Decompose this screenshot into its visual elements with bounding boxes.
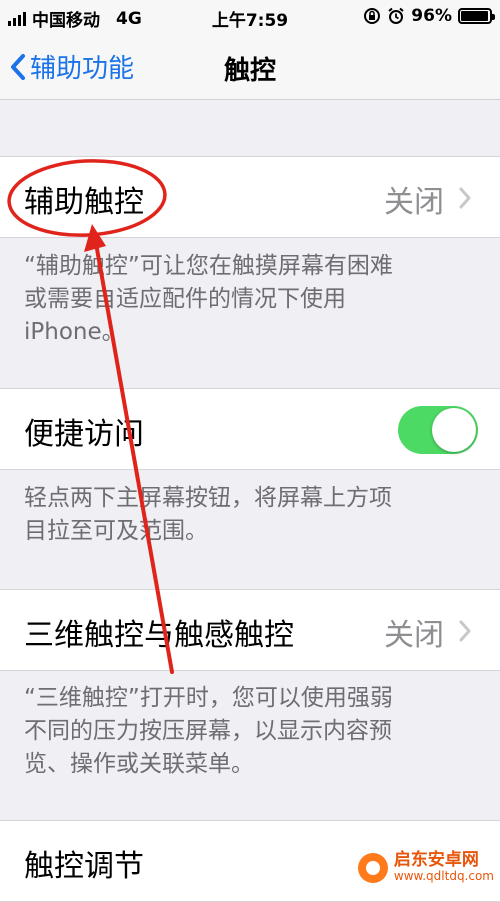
toggle-knob (432, 408, 476, 452)
alarm-icon (388, 7, 404, 24)
chevron-right-icon (459, 187, 471, 209)
footer-line: 不同的压力按压屏幕，以显示内容预 (24, 718, 392, 744)
footer-line: iPhone。 (24, 319, 125, 345)
assistive-touch-value: 关闭 (384, 185, 444, 220)
3d-touch-footer: “三维触控”打开时，您可以使用强弱 不同的压力按压屏幕，以显示内容预 览、操作或… (24, 682, 484, 781)
watermark-text: 启东安卓网 www.qdltdq.com (394, 852, 494, 884)
status-right: 96% (363, 6, 495, 26)
reachability-toggle[interactable] (398, 406, 478, 454)
footer-line: 轻点两下主屏幕按钮，将屏幕上方项 (24, 485, 392, 511)
assistive-touch-footer: “辅助触控”可让您在触摸屏幕有困难 或需要自适应配件的情况下使用 iPhone。 (24, 250, 484, 349)
assistive-touch-row[interactable]: 辅助触控 关闭 (0, 156, 500, 238)
3d-touch-value: 关闭 (384, 618, 444, 653)
battery-percent: 96% (411, 6, 452, 26)
assistive-touch-label: 辅助触控 (24, 185, 144, 220)
3d-touch-row[interactable]: 三维触控与触感触控 关闭 (0, 589, 500, 671)
footer-line: 或需要自适应配件的情况下使用 (24, 286, 346, 312)
chevron-right-icon (459, 620, 471, 642)
3d-touch-label: 三维触控与触感触控 (24, 618, 294, 653)
status-bar: 中国移动 4G 上午7:59 96% (0, 0, 500, 32)
battery-icon (458, 8, 495, 24)
footer-line: 目拉至可及范围。 (24, 518, 208, 544)
rotation-lock-icon (364, 8, 381, 24)
reachability-footer: 轻点两下主屏幕按钮，将屏幕上方项 目拉至可及范围。 (24, 482, 484, 548)
footer-line: “辅助触控”可让您在触摸屏幕有困难 (24, 253, 393, 279)
nav-bar: 辅助功能 触控 (0, 32, 500, 100)
footer-line: “三维触控”打开时，您可以使用强弱 (24, 685, 393, 711)
watermark-title: 启东安卓网 (393, 850, 479, 870)
reachability-label: 便捷访问 (24, 417, 144, 452)
footer-line: 览、操作或关联菜单。 (24, 751, 254, 777)
watermark: 启东安卓网 www.qdltdq.com (357, 852, 494, 884)
reachability-row: 便捷访问 (0, 388, 500, 470)
page-title: 触控 (223, 56, 276, 86)
watermark-url: www.qdltdq.com (393, 869, 494, 883)
watermark-logo-icon (357, 853, 388, 883)
touch-accommodations-label: 触控调节 (24, 849, 144, 884)
